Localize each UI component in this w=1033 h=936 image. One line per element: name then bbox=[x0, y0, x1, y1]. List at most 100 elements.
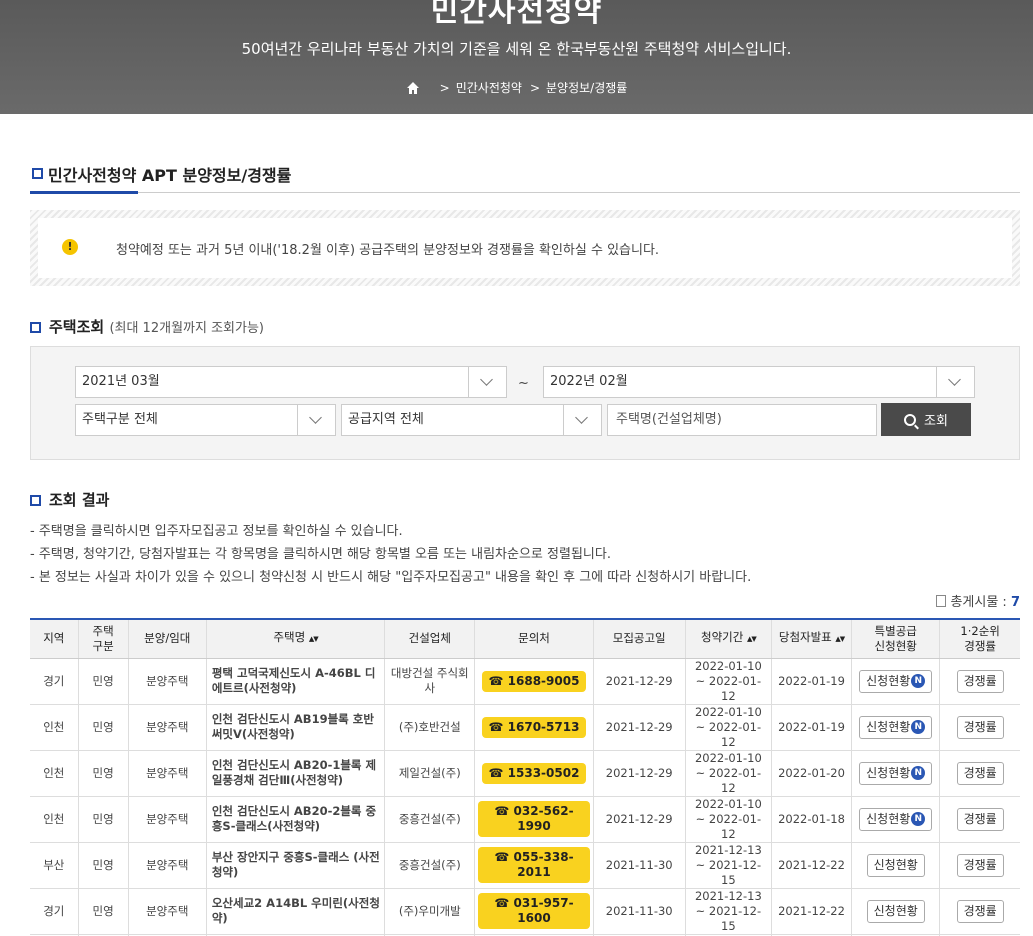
cell-phone: ☎ 1533-0502 bbox=[474, 750, 594, 797]
home-icon[interactable] bbox=[406, 81, 420, 95]
cell-notice-date: 2021-11-30 bbox=[592, 842, 686, 889]
table-row: 인천 민영 분양주택 인천 검단신도시 AB20-2블록 중흥S-클래스(사전청약) 중… bbox=[30, 796, 1020, 843]
notice-box: ! 청약예정 또는 과거 5년 이내('18.2월 이후) 공급주택의 분양정보… bbox=[30, 210, 1020, 286]
table-row: 인천 민영 분양주택 인천 검단신도시 AB19블록 호반써밋V(사전청약) (주)호반… bbox=[30, 704, 1020, 751]
results-notes: - 주택명을 클릭하시면 입주자모집공고 정보를 확인하실 수 있습니다. - … bbox=[30, 520, 751, 589]
cell-builder: (주)호반건설 bbox=[384, 704, 475, 751]
sort-icon[interactable]: ▲▼ bbox=[747, 635, 757, 643]
section-title: 민간사전청약 APT 분양정보/경쟁률 bbox=[30, 160, 1020, 194]
cell-period: 2021-12-13 ~ 2021-12-15 bbox=[684, 842, 772, 889]
cell-special: 신청현황 bbox=[851, 842, 940, 889]
cell-builder: 중흥건설(주) bbox=[384, 842, 475, 889]
region-value: 공급지역 전체 bbox=[348, 412, 424, 427]
results-heading: 조회 결과 bbox=[30, 489, 109, 510]
house-name-link[interactable]: 오산세교2 A14BL 우미린(사전청약) bbox=[205, 888, 385, 935]
col-region: 지역 bbox=[30, 618, 79, 659]
start-month-select[interactable]: 2021년 03월 bbox=[75, 366, 507, 398]
competition-rate-button[interactable]: 경쟁률 bbox=[956, 899, 1004, 923]
chevron-down-icon[interactable] bbox=[936, 367, 974, 397]
cell-notice-date: 2021-11-30 bbox=[592, 888, 686, 935]
col-sale: 분양/임대 bbox=[127, 618, 207, 659]
search-heading-note: (최대 12개월까지 조회가능) bbox=[109, 321, 264, 336]
special-status-button[interactable]: 신청현황 N bbox=[859, 715, 933, 739]
sort-icon[interactable]: ▲▼ bbox=[835, 635, 845, 643]
cell-sale: 분양주택 bbox=[127, 888, 207, 935]
special-status-button[interactable]: 신청현황 N bbox=[859, 669, 933, 693]
phone-badge: ☎ 1670-5713 bbox=[481, 716, 587, 738]
cell-rank: 경쟁률 bbox=[939, 796, 1020, 843]
cell-winner: 2022-01-19 bbox=[770, 658, 852, 705]
special-status-button[interactable]: 신청현황 N bbox=[859, 761, 933, 785]
col-type: 주택 구분 bbox=[77, 618, 129, 659]
cell-region: 인천 bbox=[30, 750, 79, 797]
end-month-value: 2022년 02월 bbox=[550, 374, 628, 389]
cell-special: 신청현황 N bbox=[851, 750, 940, 797]
cell-special: 신청현황 N bbox=[851, 704, 940, 751]
table-row: 경기 민영 분양주택 오산세교2 A14BL 우미린(사전청약) (주)우미개발 ☎ 03… bbox=[30, 888, 1020, 935]
table-row: 부산 민영 분양주택 부산 장안지구 중흥S-클래스 (사전청약) 중흥건설(주) ☎ 0… bbox=[30, 842, 1020, 889]
competition-rate-button[interactable]: 경쟁률 bbox=[956, 761, 1004, 785]
title-underline bbox=[30, 191, 138, 194]
cell-winner: 2022-01-20 bbox=[770, 750, 852, 797]
cell-phone: ☎ 055-338-2011 bbox=[474, 842, 594, 889]
chevron-right-icon: > bbox=[439, 80, 450, 95]
cell-special: 신청현황 N bbox=[851, 796, 940, 843]
square-bullet-icon bbox=[32, 168, 43, 179]
cell-type: 민영 bbox=[77, 704, 129, 751]
search-button-label: 조회 bbox=[924, 414, 948, 429]
document-icon bbox=[936, 595, 947, 607]
competition-rate-button[interactable]: 경쟁률 bbox=[956, 669, 1004, 693]
house-type-value: 주택구분 전체 bbox=[82, 412, 158, 427]
special-status-button[interactable]: 신청현황 bbox=[866, 853, 925, 877]
notice-text: 청약예정 또는 과거 5년 이내('18.2월 이후) 공급주택의 분양정보와 … bbox=[116, 243, 660, 258]
competition-rate-button[interactable]: 경쟁률 bbox=[956, 807, 1004, 831]
house-name-link[interactable]: 평택 고덕국제신도시 A-46BL 디에트르(사전청약) bbox=[205, 658, 385, 705]
cell-special: 신청현황 N bbox=[851, 658, 940, 705]
col-name-label: 주택명 bbox=[273, 630, 306, 645]
cell-phone: ☎ 1688-9005 bbox=[474, 658, 594, 705]
col-phone: 문의처 bbox=[474, 618, 594, 659]
search-heading-text: 주택조회 bbox=[49, 318, 105, 336]
col-name[interactable]: 주택명 ▲▼ bbox=[205, 618, 385, 659]
phone-badge: ☎ 032-562-1990 bbox=[478, 801, 590, 837]
total-count-value: 7 bbox=[1010, 595, 1020, 610]
cell-sale: 분양주택 bbox=[127, 658, 207, 705]
breadcrumb-item-current[interactable]: 분양정보/경쟁률 bbox=[546, 79, 627, 96]
start-month-value: 2021년 03월 bbox=[82, 374, 160, 389]
sort-icon[interactable]: ▲▼ bbox=[309, 635, 319, 643]
note-item: - 주택명, 청약기간, 당첨자발표는 각 항목명을 클릭하시면 해당 항목별 … bbox=[30, 547, 611, 562]
competition-rate-button[interactable]: 경쟁률 bbox=[956, 715, 1004, 739]
page-hero-title: 민간사전청약 bbox=[430, 0, 603, 29]
col-winner[interactable]: 당첨자발표 ▲▼ bbox=[770, 618, 852, 659]
cell-rank: 경쟁률 bbox=[939, 658, 1020, 705]
breadcrumb-item-private-presale[interactable]: 민간사전청약 bbox=[456, 79, 522, 96]
house-name-link[interactable]: 인천 검단신도시 AB19블록 호반써밋V(사전청약) bbox=[205, 704, 385, 751]
end-month-select[interactable]: 2022년 02월 bbox=[543, 366, 975, 398]
special-status-button[interactable]: 신청현황 bbox=[866, 899, 925, 923]
chevron-down-icon[interactable] bbox=[297, 405, 335, 435]
table-row: 경기 민영 분양주택 평택 고덕국제신도시 A-46BL 디에트르(사전청약) 대방건설… bbox=[30, 658, 1020, 705]
chevron-down-icon[interactable] bbox=[563, 405, 601, 435]
cell-region: 경기 bbox=[30, 888, 79, 935]
cell-rank: 경쟁률 bbox=[939, 888, 1020, 935]
cell-period: 2022-01-10 ~ 2022-01-12 bbox=[684, 704, 772, 751]
cell-winner: 2021-12-22 bbox=[770, 888, 852, 935]
house-type-select[interactable]: 주택구분 전체 bbox=[75, 404, 336, 436]
house-name-link[interactable]: 인천 검단신도시 AB20-2블록 중흥S-클래스(사전청약) bbox=[205, 796, 385, 843]
cell-winner: 2021-12-22 bbox=[770, 842, 852, 889]
house-name-input[interactable]: 주택명(건설업체명) bbox=[607, 404, 877, 436]
cell-sale: 분양주택 bbox=[127, 842, 207, 889]
cell-notice-date: 2021-12-29 bbox=[592, 704, 686, 751]
competition-rate-button[interactable]: 경쟁률 bbox=[956, 853, 1004, 877]
search-button[interactable]: 조회 bbox=[881, 403, 971, 436]
region-select[interactable]: 공급지역 전체 bbox=[341, 404, 602, 436]
house-name-link[interactable]: 부산 장안지구 중흥S-클래스 (사전청약) bbox=[205, 842, 385, 889]
square-bullet-icon bbox=[30, 495, 41, 506]
col-period[interactable]: 청약기간 ▲▼ bbox=[684, 618, 772, 659]
cell-phone: ☎ 032-562-1990 bbox=[474, 796, 594, 843]
house-name-link[interactable]: 인천 검단신도시 AB20-1블록 제일풍경채 검단Ⅲ(사전청약) bbox=[205, 750, 385, 797]
cell-period: 2021-12-13 ~ 2021-12-15 bbox=[684, 888, 772, 935]
chevron-down-icon[interactable] bbox=[468, 367, 506, 397]
special-status-button[interactable]: 신청현황 N bbox=[859, 807, 933, 831]
phone-badge: ☎ 031-957-1600 bbox=[478, 893, 590, 929]
